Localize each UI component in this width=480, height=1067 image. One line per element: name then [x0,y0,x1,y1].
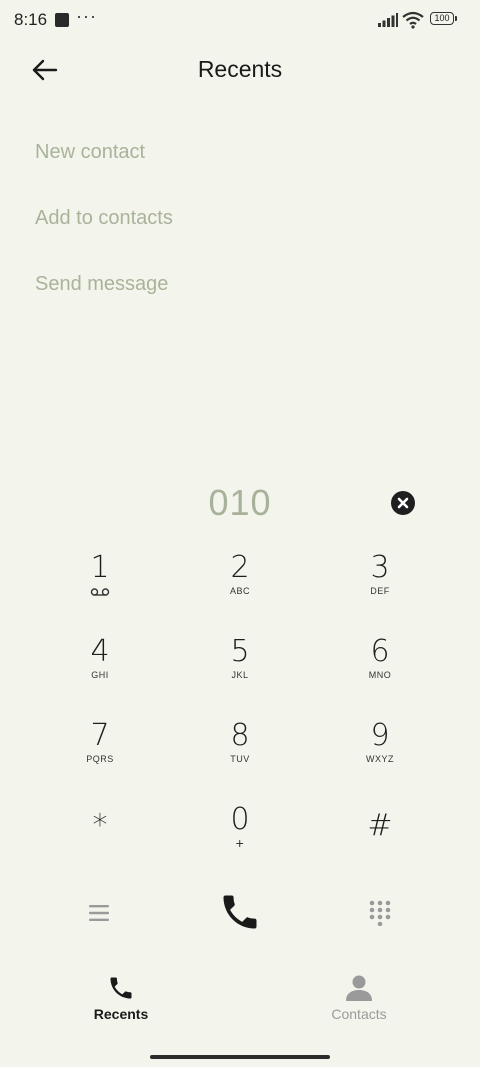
key-digit: 5 [230,634,250,669]
key-letters: MNO [368,670,392,680]
person-icon[interactable] [344,974,374,1002]
key-letters: TUV [230,754,250,764]
key-2[interactable]: 2 ABC [180,552,300,622]
key-5[interactable]: 5 JKL [180,636,300,706]
battery-level: 100 [430,12,454,25]
menu-icon[interactable] [88,904,110,922]
key-9[interactable]: 9 WXYZ [320,720,440,790]
close-icon [397,497,409,509]
voicemail-icon [90,588,110,596]
key-digit: 8 [230,718,250,753]
key-digit: 3 [370,550,390,585]
send-message-option[interactable]: Send message [35,273,168,296]
status-time: 8:16 [14,10,48,29]
nav-contacts-label[interactable]: Contacts [279,1006,439,1022]
nav-recents-label[interactable]: Recents [41,1006,201,1022]
key-1[interactable]: 1 [40,552,160,622]
add-to-contacts-option[interactable]: Add to contacts [35,207,173,230]
dialpad-icon[interactable] [369,900,391,926]
signal-icon [378,13,398,27]
phone-icon[interactable] [106,974,136,1002]
more-notifications-icon: ··· [76,6,97,26]
new-contact-option[interactable]: New contact [35,141,145,164]
key-3[interactable]: 3 DEF [320,552,440,622]
key-7[interactable]: 7 PQRS [40,720,160,790]
key-letters: JKL [231,670,249,680]
key-letters: GHI [91,670,109,680]
home-indicator[interactable] [150,1055,330,1059]
battery-icon: 100 [430,12,458,27]
key-digit: * [92,808,108,843]
key-digit: 1 [90,550,110,585]
clear-number-button[interactable] [391,491,415,515]
key-hash[interactable]: # [320,810,440,880]
call-button[interactable] [218,890,262,934]
key-letters: ABC [229,586,250,596]
key-6[interactable]: 6 MNO [320,636,440,706]
key-8[interactable]: 8 TUV [180,720,300,790]
key-4[interactable]: 4 GHI [40,636,160,706]
notification-icon [55,13,69,27]
key-letters: + [235,835,245,851]
key-letters: DEF [370,586,390,596]
key-0[interactable]: 0 + [180,804,300,874]
page-title: Recents [197,56,283,82]
key-digit: 7 [90,718,110,753]
key-digit: 2 [230,550,250,585]
key-digit: 9 [370,718,390,753]
key-star[interactable]: * [40,810,160,880]
key-letters: PQRS [86,754,114,764]
key-digit: 4 [90,634,110,669]
key-digit: 0 [230,802,250,837]
key-digit: 6 [370,634,390,669]
wifi-icon [402,11,424,29]
key-letters: WXYZ [366,754,394,764]
key-digit: # [367,808,393,843]
